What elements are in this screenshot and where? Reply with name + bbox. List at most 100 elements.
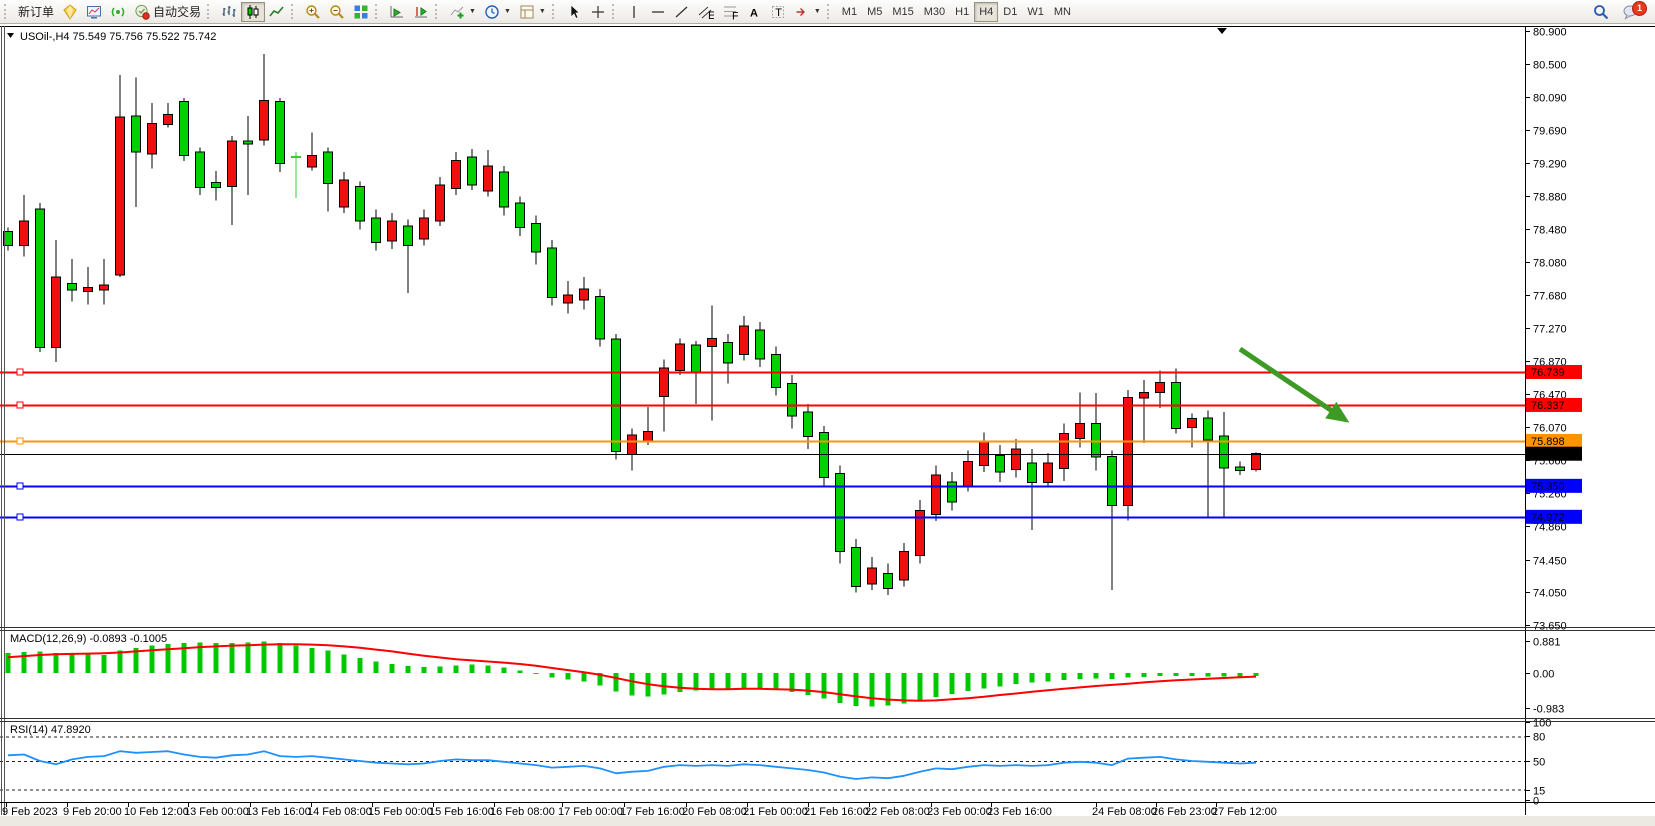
price-tag-label: 76.739 — [1531, 367, 1565, 379]
channel-tool-button[interactable]: E — [694, 2, 718, 22]
tile-windows-button[interactable] — [349, 2, 373, 22]
mt4-window: 新订单 自动交易 ▼ ▼ ▼ EFAT ▼ M1M5M15M30H1H4D1W1MN 1 80.… — [0, 0, 1655, 826]
price-tick-label: 74.050 — [1533, 588, 1567, 600]
timeframe-m1[interactable]: M1 — [837, 2, 862, 22]
price-axis[interactable]: 80.90080.50080.09079.69079.29078.88078.4… — [1525, 27, 1567, 633]
time-tick-label: 27 Feb 12:00 — [1212, 806, 1277, 818]
toolbar-group: 新订单 自动交易 — [14, 0, 205, 23]
line-icon — [269, 4, 285, 20]
macd-indicator — [6, 641, 1259, 706]
timeframe-w1[interactable]: W1 — [1022, 2, 1049, 22]
price-tag-label: 76.337 — [1531, 400, 1565, 412]
line-anchor-marker[interactable] — [17, 514, 23, 520]
svg-text:E: E — [708, 10, 714, 20]
arrow-annotation[interactable] — [1240, 349, 1344, 419]
zoom-in-button[interactable] — [301, 2, 325, 22]
bar-chart-mode-button[interactable] — [217, 2, 241, 22]
toolbar-group — [385, 0, 433, 23]
clock-icon — [484, 4, 500, 20]
time-tick-label: 24 Feb 08:00 — [1092, 806, 1157, 818]
price-tag-label: 75.898 — [1531, 436, 1565, 448]
price-tick-label: 77.270 — [1533, 324, 1567, 336]
timeframe-d1[interactable]: D1 — [998, 2, 1022, 22]
arrows-tool-button[interactable]: ▼ — [790, 2, 825, 22]
macd-axis-label: -0.983 — [1533, 704, 1564, 716]
periods-button[interactable]: ▼ — [480, 2, 515, 22]
price-tick-label: 80.500 — [1533, 60, 1567, 72]
auto-trading-button[interactable]: 自动交易 — [130, 2, 205, 22]
search-button[interactable] — [1589, 2, 1613, 22]
line-anchor-marker[interactable] — [17, 438, 23, 444]
toolbar-drag-handle[interactable] — [612, 4, 618, 19]
toolbar-drag-handle[interactable] — [435, 4, 441, 19]
line-anchor-marker[interactable] — [17, 369, 23, 375]
toolbar-drag-handle[interactable] — [4, 4, 10, 19]
zoom-out-icon — [329, 4, 345, 20]
symbol-dropdown-icon[interactable] — [7, 33, 14, 38]
template-icon — [519, 4, 535, 20]
zoom-out-button[interactable] — [325, 2, 349, 22]
label-tool-button[interactable]: T — [766, 2, 790, 22]
cursor-tool-button[interactable] — [562, 2, 586, 22]
timeframe-m30[interactable]: M30 — [919, 2, 950, 22]
candlestick-mode-button[interactable] — [241, 2, 265, 22]
dropdown-caret-icon[interactable]: ▼ — [814, 8, 821, 15]
time-tick-label: 10 Feb 12:00 — [124, 806, 189, 818]
toolbar-drag-handle[interactable] — [375, 4, 381, 19]
dropdown-caret-icon[interactable]: ▼ — [469, 8, 476, 15]
chart-area[interactable]: 80.90080.50080.09079.69079.29078.88078.4… — [0, 24, 1655, 826]
macd-label: MACD(12,26,9) -0.0893 -0.1005 — [10, 633, 167, 645]
dropdown-caret-icon[interactable]: ▼ — [504, 8, 511, 15]
time-tick-label: 15 Feb 16:00 — [429, 806, 494, 818]
timeframe-mn[interactable]: MN — [1049, 2, 1076, 22]
timeframe-toolbar: M1M5M15M30H1H4D1W1MN — [837, 0, 1076, 23]
timeframe-h1[interactable]: H1 — [950, 2, 974, 22]
timeframe-m5[interactable]: M5 — [862, 2, 887, 22]
timeframe-m15[interactable]: M15 — [887, 2, 918, 22]
text-tool-button[interactable]: A — [742, 2, 766, 22]
time-tick-label: 9 Feb 2023 — [2, 806, 58, 818]
line-chart-mode-button[interactable] — [265, 2, 289, 22]
timeframe-h4[interactable]: H4 — [974, 2, 998, 22]
toolbar-drag-handle[interactable] — [291, 4, 297, 19]
price-tag-label: 75.350 — [1531, 481, 1565, 493]
svg-text:T: T — [775, 7, 782, 19]
line-anchor-marker[interactable] — [17, 402, 23, 408]
horizontal-lines[interactable] — [0, 369, 1525, 520]
rsi-label: RSI(14) 47.8920 — [10, 724, 91, 736]
auto-scroll-button[interactable] — [385, 2, 409, 22]
price-tick-label: 78.080 — [1533, 258, 1567, 270]
time-tick-label: 26 Feb 23:00 — [1152, 806, 1217, 818]
data-window-button[interactable] — [82, 2, 106, 22]
toolbar-drag-handle[interactable] — [552, 4, 558, 19]
price-tick-label: 80.090 — [1533, 93, 1567, 105]
rsi-line — [8, 751, 1256, 779]
toolbar-button-label: 自动交易 — [153, 3, 201, 20]
templates-button[interactable]: ▼ — [515, 2, 550, 22]
signal-icon — [110, 4, 126, 20]
trendline-tool-button[interactable] — [670, 2, 694, 22]
new-order-button[interactable]: 新订单 — [14, 2, 58, 22]
toolbar-right: 1 — [1589, 2, 1653, 22]
navigator-button[interactable] — [106, 2, 130, 22]
fibonacci-tool-button[interactable]: F — [718, 2, 742, 22]
vertical-line-tool-button[interactable] — [622, 2, 646, 22]
rsi-indicator — [0, 737, 1525, 790]
toolbar-group: EFAT ▼ — [622, 0, 825, 23]
chart-shift-marker-icon[interactable] — [1217, 28, 1227, 34]
chart-shift-button[interactable] — [409, 2, 433, 22]
time-tick-label: 17 Feb 16:00 — [620, 806, 685, 818]
crosshair-tool-button[interactable] — [586, 2, 610, 22]
line-anchor-marker[interactable] — [17, 483, 23, 489]
indicators-button[interactable]: ▼ — [445, 2, 480, 22]
market-watch-button[interactable] — [58, 2, 82, 22]
fibo-icon: F — [722, 4, 738, 20]
dropdown-caret-icon[interactable]: ▼ — [539, 8, 546, 15]
horizontal-line-tool-button[interactable] — [646, 2, 670, 22]
toolbar-group — [301, 0, 373, 23]
autotrade-icon — [134, 4, 150, 20]
toolbar-drag-handle[interactable] — [827, 4, 833, 19]
toolbar-drag-handle[interactable] — [207, 4, 213, 19]
notifications-button[interactable]: 1 — [1619, 2, 1643, 22]
time-axis[interactable]: 9 Feb 20239 Feb 20:0010 Feb 12:0013 Feb … — [2, 802, 1277, 818]
